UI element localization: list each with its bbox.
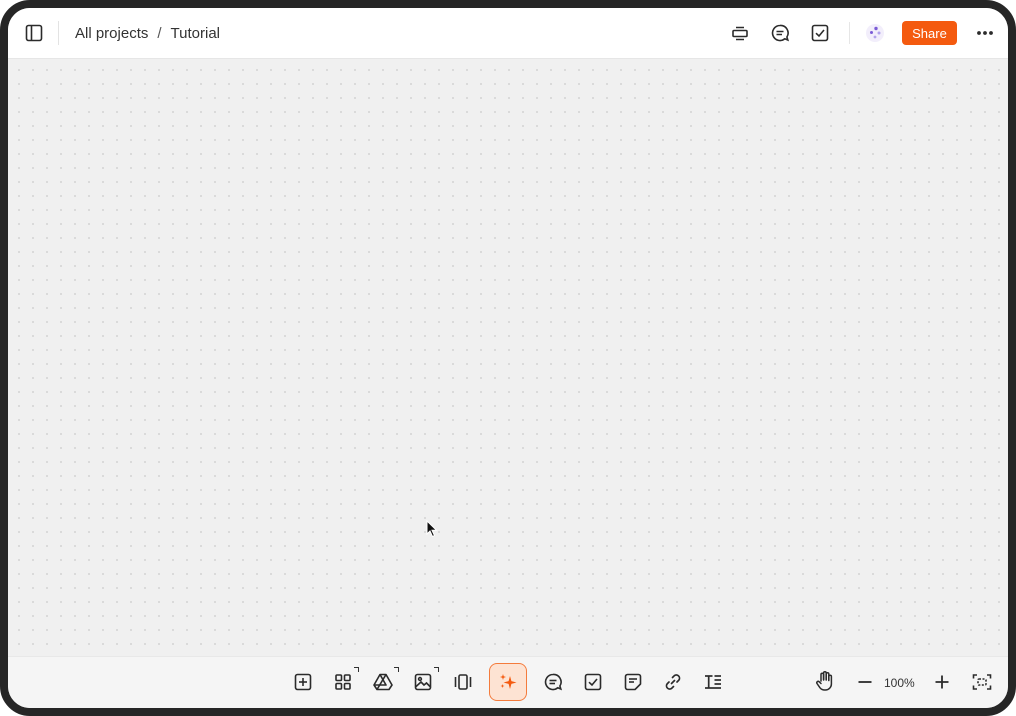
present-icon[interactable] (726, 19, 754, 47)
hand-icon[interactable] (811, 667, 839, 695)
divider (58, 21, 59, 45)
dropdown-indicator (354, 667, 359, 672)
carousel-icon[interactable] (449, 668, 477, 696)
comment-icon[interactable] (539, 668, 567, 696)
breadcrumb-current-project[interactable]: Tutorial (171, 25, 220, 42)
app-window: All projects / Tutorial Share 100% (0, 0, 1016, 716)
breadcrumb: All projects / Tutorial (75, 8, 220, 58)
dropdown-indicator (434, 667, 439, 672)
breadcrumb-separator: / (157, 24, 162, 42)
ai-assistant-button[interactable] (489, 663, 527, 701)
image-icon[interactable] (409, 667, 439, 696)
dropdown-indicator (394, 667, 399, 672)
zoom-level[interactable]: 100% (884, 657, 915, 708)
ai-sparkle-icon (500, 674, 517, 689)
top-bar: All projects / Tutorial Share (8, 8, 1008, 59)
zoom-out-icon[interactable] (851, 668, 879, 696)
checkbox-icon[interactable] (806, 19, 834, 47)
share-button[interactable]: Share (902, 21, 957, 45)
sticky-note-icon[interactable] (619, 668, 647, 696)
google-drive-icon[interactable] (369, 667, 399, 696)
divider (849, 22, 850, 44)
bottom-toolbar: 100% (8, 656, 1008, 708)
comment-icon[interactable] (766, 19, 794, 47)
whiteboard-canvas[interactable] (8, 59, 1008, 657)
link-icon[interactable] (659, 668, 687, 696)
more-horizontal-icon[interactable] (971, 19, 999, 47)
breadcrumb-all-projects[interactable]: All projects (75, 25, 148, 42)
sidebar-toggle-icon[interactable] (20, 19, 48, 47)
checkbox-icon[interactable] (579, 668, 607, 696)
text-icon[interactable] (699, 668, 727, 696)
add-frame-icon[interactable] (289, 668, 317, 696)
apps-grid-icon[interactable] (329, 667, 359, 696)
collaborator-avatar-icon[interactable] (861, 19, 889, 47)
mouse-cursor-icon (426, 519, 438, 543)
zoom-in-icon[interactable] (928, 668, 956, 696)
fit-to-screen-icon[interactable] (968, 668, 996, 696)
